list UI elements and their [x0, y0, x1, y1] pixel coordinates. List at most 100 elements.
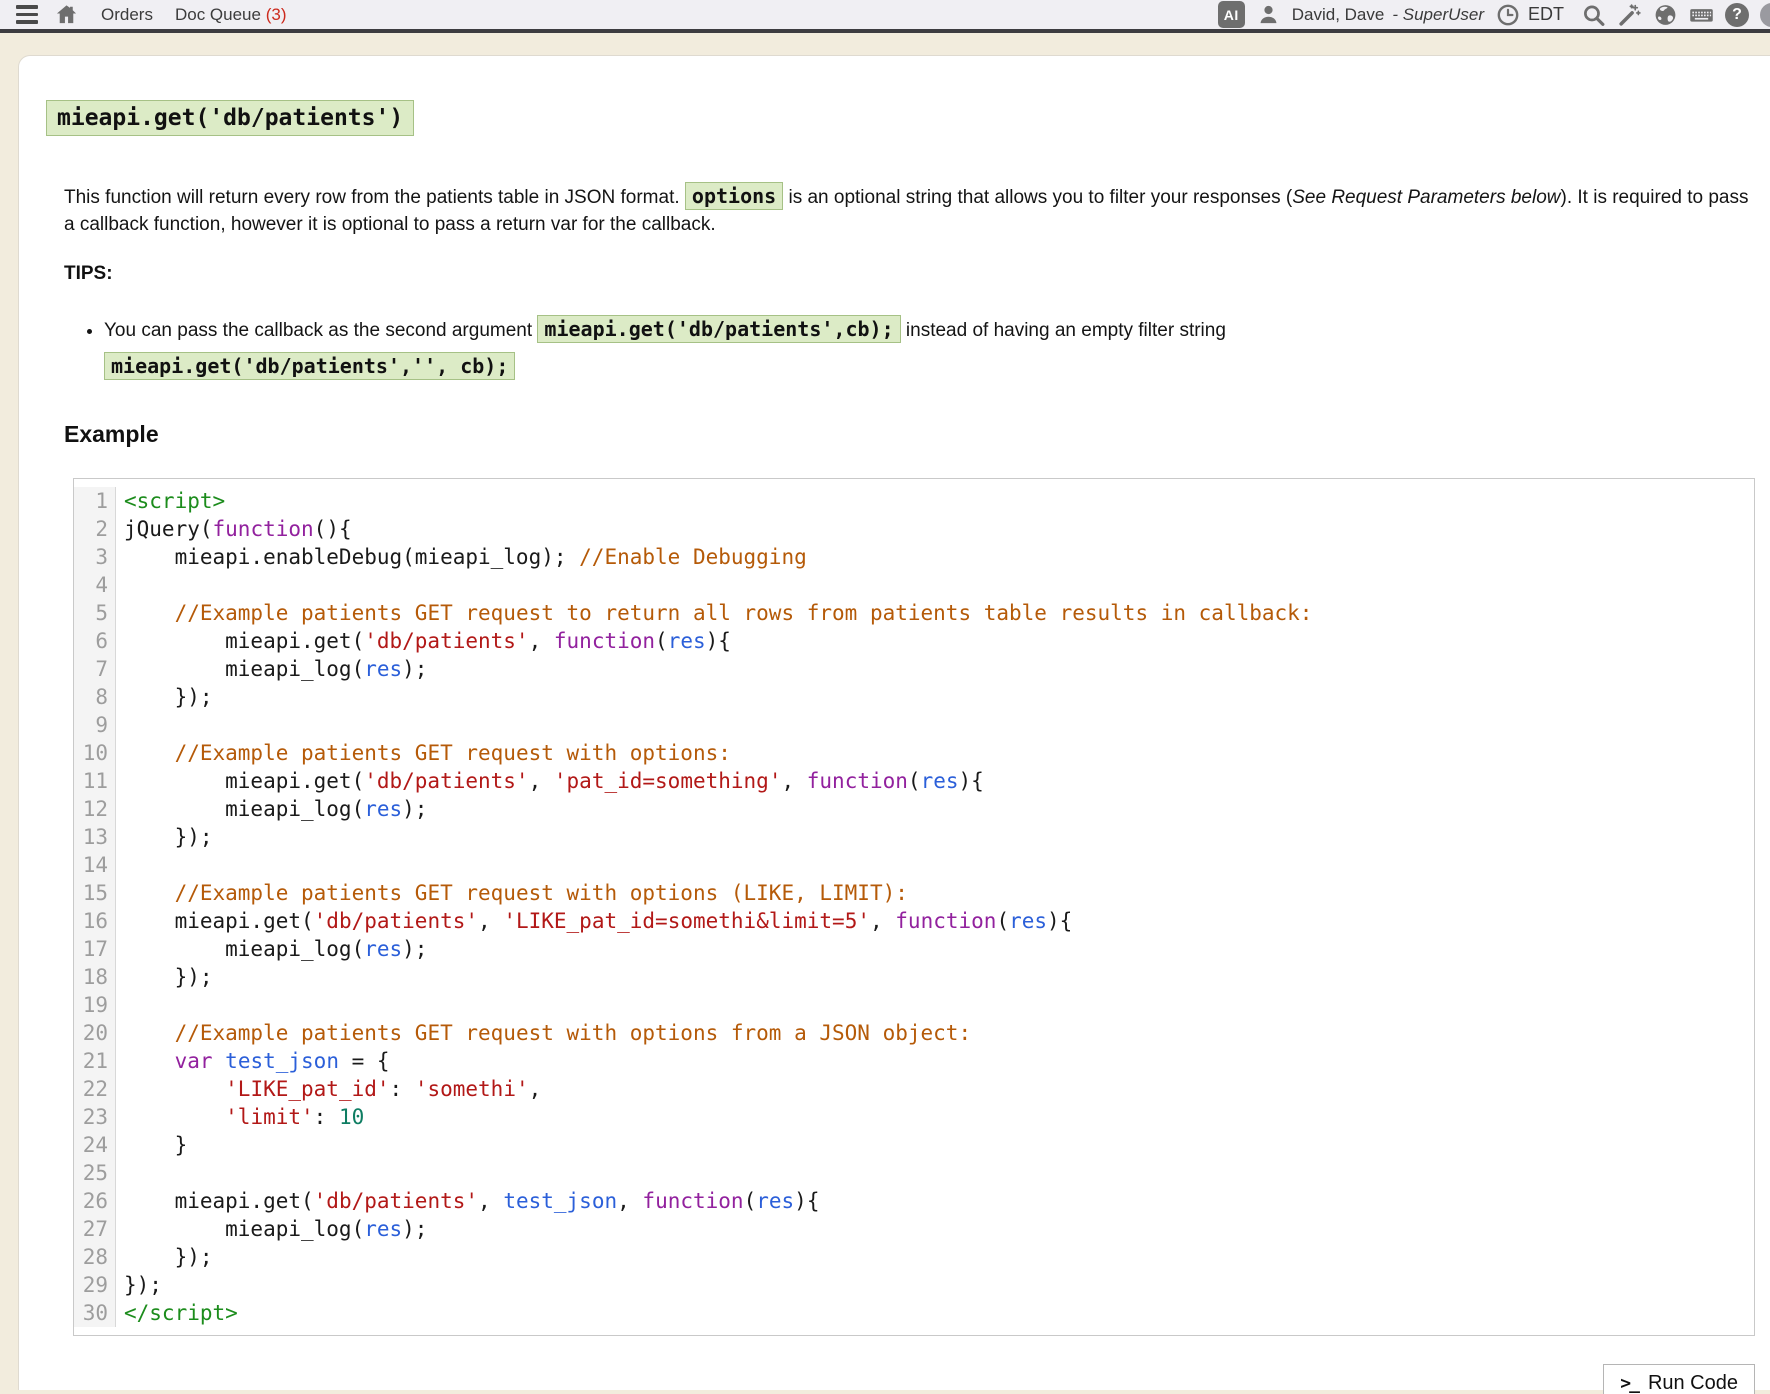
code-token	[124, 881, 175, 905]
code-token: ,	[529, 629, 554, 653]
code-token: ){	[794, 1189, 819, 1213]
line-number: 25	[74, 1159, 116, 1187]
line-number: 12	[74, 795, 116, 823]
code-line-content	[116, 1159, 1754, 1187]
code-token: ){	[959, 769, 984, 793]
code-token: function	[807, 769, 908, 793]
code-token: function	[554, 629, 655, 653]
code-line-content: 'limit': 10	[116, 1103, 1754, 1131]
code-line: 20 //Example patients GET request with o…	[74, 1019, 1754, 1047]
code-line-content: });	[116, 823, 1754, 851]
code-token: 'limit'	[225, 1105, 314, 1129]
code-token: }	[124, 1133, 187, 1157]
magic-wand-icon[interactable]	[1617, 2, 1642, 27]
ai-badge[interactable]: AI	[1218, 1, 1245, 28]
code-line: 26 mieapi.get('db/patients', test_json, …	[74, 1187, 1754, 1215]
code-line-content: }	[116, 1131, 1754, 1159]
code-line: 18 });	[74, 963, 1754, 991]
code-token: ,	[529, 1077, 542, 1101]
line-number: 22	[74, 1075, 116, 1103]
code-line: 17 mieapi_log(res);	[74, 935, 1754, 963]
nav-doc-queue-link[interactable]: Doc Queue (3)	[175, 5, 287, 25]
run-code-label: Run Code	[1648, 1372, 1738, 1394]
hamburger-menu-icon[interactable]	[14, 3, 40, 26]
code-token: :	[390, 1077, 415, 1101]
code-token: ){	[1047, 909, 1072, 933]
code-token: mieapi.get(	[124, 769, 364, 793]
code-token: = {	[339, 1049, 390, 1073]
globe-icon[interactable]	[1653, 2, 1678, 27]
code-token: });	[124, 825, 213, 849]
code-line: 28 });	[74, 1243, 1754, 1271]
code-token	[124, 1021, 175, 1045]
code-line-content: //Example patients GET request to return…	[116, 599, 1754, 627]
code-line: 23 'limit': 10	[74, 1103, 1754, 1131]
code-line: 7 mieapi_log(res);	[74, 655, 1754, 683]
code-line-content: mieapi.get('db/patients', 'pat_id=someth…	[116, 767, 1754, 795]
line-number: 6	[74, 627, 116, 655]
code-token: });	[124, 1273, 162, 1297]
tip-item: You can pass the callback as the second …	[104, 311, 1604, 385]
code-token: :	[314, 1105, 339, 1129]
line-number: 18	[74, 963, 116, 991]
code-token: res	[364, 797, 402, 821]
run-code-button[interactable]: >_ Run Code	[1603, 1364, 1755, 1394]
search-icon[interactable]	[1581, 2, 1606, 27]
home-icon[interactable]	[54, 2, 79, 27]
line-number: 10	[74, 739, 116, 767]
code-line-content: jQuery(function(){	[116, 515, 1754, 543]
code-token: (	[908, 769, 921, 793]
code-token: ,	[781, 769, 806, 793]
keyboard-icon[interactable]	[1689, 2, 1714, 27]
code-token: function	[213, 517, 314, 541]
code-token: mieapi.get(	[124, 909, 314, 933]
code-token: );	[402, 1217, 427, 1241]
page-background: mieapi.get('db/patients') This function …	[0, 33, 1770, 1390]
code-token: ,	[617, 1189, 642, 1213]
help-icon[interactable]: ?	[1725, 3, 1749, 27]
code-line: 13 });	[74, 823, 1754, 851]
code-line: 6 mieapi.get('db/patients', function(res…	[74, 627, 1754, 655]
example-heading: Example	[64, 421, 1755, 448]
line-number: 17	[74, 935, 116, 963]
intro-paragraph: This function will return every row from…	[64, 182, 1755, 239]
clock-icon[interactable]	[1495, 2, 1520, 27]
timezone-label: EDT	[1528, 4, 1564, 25]
code-token: 'db/patients'	[314, 909, 478, 933]
line-number: 24	[74, 1131, 116, 1159]
overflow-avatar-icon[interactable]	[1760, 3, 1770, 27]
text-run: is an optional string that allows you to…	[783, 187, 1292, 208]
line-number: 26	[74, 1187, 116, 1215]
code-token: 'db/patients'	[314, 1189, 478, 1213]
text-run: You can pass the callback as the second …	[104, 320, 537, 341]
user-icon[interactable]	[1256, 2, 1281, 27]
user-name-and-role[interactable]: David, Dave- SuperUser	[1292, 5, 1484, 25]
tips-list: You can pass the callback as the second …	[82, 311, 1755, 385]
code-token: mieapi_log(	[124, 657, 364, 681]
code-line-content: //Example patients GET request with opti…	[116, 739, 1754, 767]
line-number: 4	[74, 571, 116, 599]
code-token: 'db/patients'	[364, 629, 528, 653]
code-line: 27 mieapi_log(res);	[74, 1215, 1754, 1243]
code-line: 15 //Example patients GET request with o…	[74, 879, 1754, 907]
code-token: );	[402, 937, 427, 961]
line-number: 28	[74, 1243, 116, 1271]
code-line-content: });	[116, 1271, 1754, 1299]
code-line: 1<script>	[74, 487, 1754, 515]
code-token: //Example patients GET request to return…	[175, 601, 1313, 625]
code-token: });	[124, 685, 213, 709]
inline-code-chip: mieapi.get('db/patients',cb);	[537, 315, 900, 343]
text-run: This function will return every row from…	[64, 187, 685, 208]
code-token: mieapi_log(	[124, 1217, 364, 1241]
line-number: 5	[74, 599, 116, 627]
code-token: 'LIKE_pat_id=somethi&limit=5'	[503, 909, 870, 933]
code-token: //Example patients GET request with opti…	[175, 881, 908, 905]
code-token: <script>	[124, 489, 225, 513]
line-number: 15	[74, 879, 116, 907]
code-line: 9	[74, 711, 1754, 739]
code-token: res	[1009, 909, 1047, 933]
nav-orders-link[interactable]: Orders	[101, 5, 153, 25]
run-code-row: >_ Run Code	[46, 1364, 1755, 1394]
code-token: ,	[478, 1189, 503, 1213]
code-line: 5 //Example patients GET request to retu…	[74, 599, 1754, 627]
